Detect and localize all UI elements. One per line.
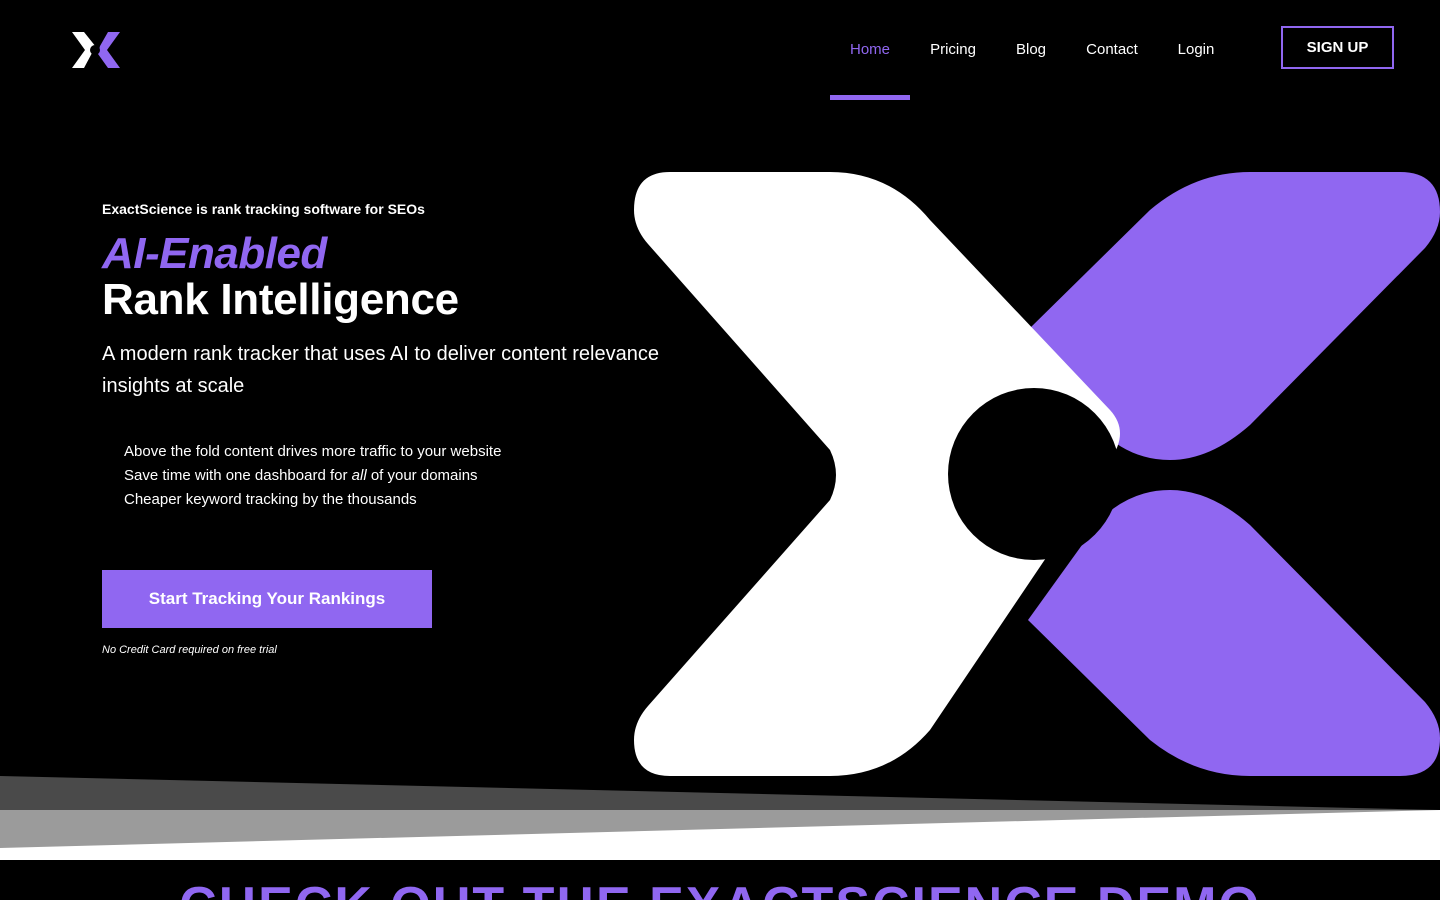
demo-section-heading: CHECK OUT THE EXACTSCIENCE DEMO [0,876,1440,900]
cta-note: No Credit Card required on free trial [102,644,277,656]
section-divider [0,776,1440,860]
nav-pricing-link[interactable]: Pricing [910,0,996,100]
signup-button[interactable]: SIGN UP [1281,26,1394,69]
benefits-list: Above the fold content drives more traff… [124,440,501,512]
nav-blog-link[interactable]: Blog [996,0,1066,100]
hero-headline-accent: AI-Enabled [102,229,327,278]
nav-contact-link[interactable]: Contact [1066,0,1158,100]
benefit-text-after: of your domains [366,467,478,484]
hero-x-graphic [634,172,1440,776]
benefit-text: Above the fold content drives more traff… [124,443,502,460]
benefit-item: Save time with one dashboard for all of … [124,464,501,488]
hero-headline: Rank Intelligence [102,275,459,324]
nav-home-link[interactable]: Home [830,0,910,100]
x-logo-icon[interactable] [70,30,122,70]
benefit-item: Above the fold content drives more traff… [124,440,501,464]
main-nav: Home Pricing Blog Contact Login [830,0,1234,100]
start-tracking-button[interactable]: Start Tracking Your Rankings [102,570,432,628]
benefit-text: Cheaper keyword tracking by the thousand… [124,491,417,508]
benefit-text-emphasis: all [351,467,367,484]
nav-login-link[interactable]: Login [1158,0,1234,100]
benefit-text-before: Save time with one dashboard for [124,467,352,484]
hero-subheadline: A modern rank tracker that uses AI to de… [102,343,659,397]
hero-tagline: ExactScience is rank tracking software f… [102,201,425,217]
hero-section: Home Pricing Blog Contact Login SIGN UP … [0,0,1440,900]
benefit-item: Cheaper keyword tracking by the thousand… [124,488,501,512]
